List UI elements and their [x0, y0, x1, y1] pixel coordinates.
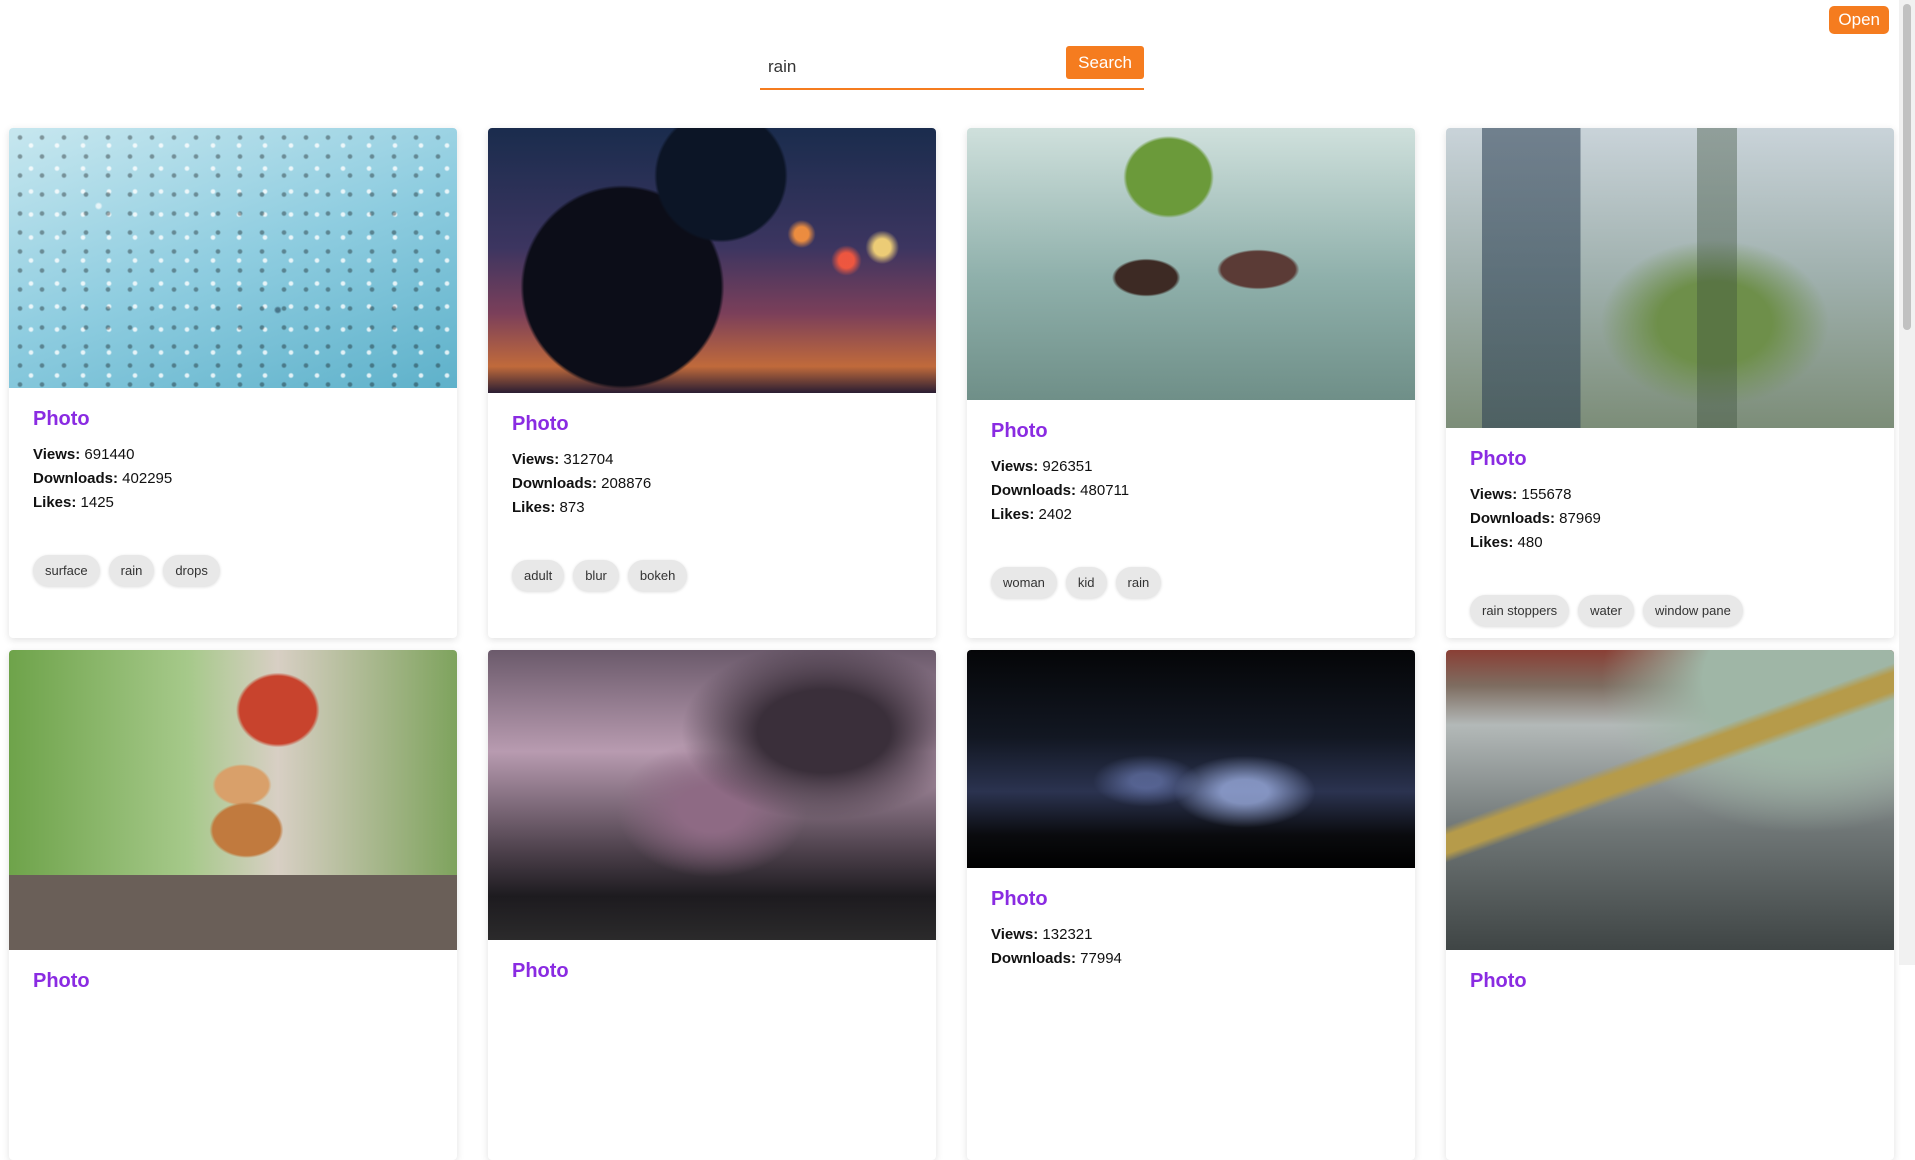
photo-thumbnail[interactable] [488, 128, 936, 393]
photo-thumbnail[interactable] [1446, 128, 1894, 428]
downloads-stat: Downloads: 87969 [1470, 507, 1870, 531]
photo-info: Photo Views: 155678 Downloads: 87969 Lik… [1446, 428, 1894, 626]
views-label: Views: [1470, 486, 1518, 503]
views-label: Views: [512, 451, 560, 468]
views-value: 132321 [1042, 926, 1093, 943]
photo-thumbnail[interactable] [488, 650, 936, 940]
views-stat: Views: 312704 [512, 448, 912, 472]
photo-card[interactable]: Photo Views: 926351 Downloads: 480711 Li… [967, 128, 1415, 638]
tag-chip[interactable]: rain [1115, 567, 1162, 598]
downloads-value: 402295 [122, 470, 173, 487]
downloads-stat: Downloads: 208876 [512, 472, 912, 496]
views-value: 155678 [1521, 486, 1572, 503]
photo-card[interactable]: Photo Views: 691440 Downloads: 402295 Li… [9, 128, 457, 638]
downloads-label: Downloads: [1470, 510, 1555, 527]
downloads-value: 77994 [1080, 950, 1122, 967]
likes-stat: Likes: 2402 [991, 503, 1391, 527]
views-label: Views: [991, 926, 1039, 943]
tag-chip[interactable]: rain stoppers [1470, 595, 1570, 626]
views-value: 926351 [1042, 458, 1093, 475]
likes-value: 873 [559, 499, 585, 516]
tag-list: adult blur bokeh [512, 560, 912, 591]
views-stat: Views: 691440 [33, 443, 433, 467]
likes-stat: Likes: 873 [512, 496, 912, 520]
tag-chip[interactable]: rain [108, 555, 155, 586]
photo-title: Photo [1470, 448, 1527, 470]
photo-info: Photo [1446, 950, 1894, 993]
photo-card[interactable]: Photo Views: 155678 Downloads: 87969 Lik… [1446, 128, 1894, 638]
tag-chip[interactable]: kid [1065, 567, 1107, 598]
photo-card[interactable]: Photo [9, 650, 457, 1160]
photo-thumbnail[interactable] [967, 128, 1415, 400]
photo-title: Photo [991, 888, 1048, 910]
photo-info: Photo Views: 926351 Downloads: 480711 Li… [967, 400, 1415, 598]
tag-chip[interactable]: adult [512, 560, 565, 591]
views-stat: Views: 926351 [991, 455, 1391, 479]
search-input[interactable] [766, 52, 1070, 82]
likes-label: Likes: [33, 494, 77, 511]
photo-info: Photo Views: 312704 Downloads: 208876 Li… [488, 393, 936, 591]
tag-list: woman kid rain [991, 567, 1391, 598]
photo-title: Photo [512, 413, 569, 435]
tag-chip[interactable]: drops [163, 555, 220, 586]
likes-value: 1425 [80, 494, 114, 511]
tag-chip[interactable]: water [1578, 595, 1634, 626]
photo-thumbnail[interactable] [967, 650, 1415, 868]
views-stat: Views: 132321 [991, 923, 1391, 947]
photo-card[interactable]: Photo [1446, 650, 1894, 1160]
downloads-label: Downloads: [512, 475, 597, 492]
likes-label: Likes: [1470, 534, 1514, 551]
photo-title: Photo [991, 420, 1048, 442]
downloads-value: 208876 [601, 475, 652, 492]
downloads-stat: Downloads: 402295 [33, 467, 433, 491]
views-label: Views: [33, 446, 81, 463]
likes-value: 2402 [1038, 506, 1072, 523]
vertical-scrollbar[interactable] [1899, 0, 1915, 965]
tag-chip[interactable]: woman [991, 567, 1057, 598]
scrollbar-thumb[interactable] [1903, 4, 1911, 330]
tag-chip[interactable]: surface [33, 555, 100, 586]
downloads-value: 87969 [1559, 510, 1601, 527]
downloads-label: Downloads: [33, 470, 118, 487]
photo-title: Photo [33, 970, 90, 992]
views-value: 312704 [563, 451, 614, 468]
photo-title: Photo [1470, 970, 1527, 992]
photo-gallery: Photo Views: 691440 Downloads: 402295 Li… [9, 128, 1894, 1160]
views-label: Views: [991, 458, 1039, 475]
photo-thumbnail[interactable] [1446, 650, 1894, 950]
downloads-label: Downloads: [991, 950, 1076, 967]
search-form: Search [760, 44, 1144, 90]
photo-title: Photo [33, 408, 90, 430]
downloads-stat: Downloads: 480711 [991, 479, 1391, 503]
photo-info: Photo Views: 691440 Downloads: 402295 Li… [9, 388, 457, 586]
likes-label: Likes: [512, 499, 556, 516]
tag-chip[interactable]: bokeh [627, 560, 688, 591]
tag-chip[interactable]: window pane [1642, 595, 1743, 626]
downloads-value: 480711 [1080, 482, 1130, 499]
photo-title: Photo [512, 960, 569, 982]
photo-info: Photo [9, 950, 457, 993]
photo-thumbnail[interactable] [9, 650, 457, 950]
tag-list: surface rain drops [33, 555, 433, 586]
tag-list: rain stoppers water window pane [1470, 595, 1870, 626]
photo-card[interactable]: Photo [488, 650, 936, 1160]
photo-card[interactable]: Photo Views: 132321 Downloads: 77994 [967, 650, 1415, 1160]
photo-info: Photo [488, 940, 936, 983]
search-button[interactable]: Search [1066, 46, 1144, 79]
downloads-stat: Downloads: 77994 [991, 947, 1391, 971]
photo-card[interactable]: Photo Views: 312704 Downloads: 208876 Li… [488, 128, 936, 638]
tag-chip[interactable]: blur [573, 560, 619, 591]
likes-stat: Likes: 1425 [33, 491, 433, 515]
photo-info: Photo Views: 132321 Downloads: 77994 [967, 868, 1415, 971]
views-stat: Views: 155678 [1470, 483, 1870, 507]
likes-label: Likes: [991, 506, 1035, 523]
downloads-label: Downloads: [991, 482, 1076, 499]
likes-value: 480 [1517, 534, 1543, 551]
views-value: 691440 [84, 446, 135, 463]
open-button[interactable]: Open [1829, 6, 1889, 34]
likes-stat: Likes: 480 [1470, 531, 1870, 555]
photo-thumbnail[interactable] [9, 128, 457, 388]
